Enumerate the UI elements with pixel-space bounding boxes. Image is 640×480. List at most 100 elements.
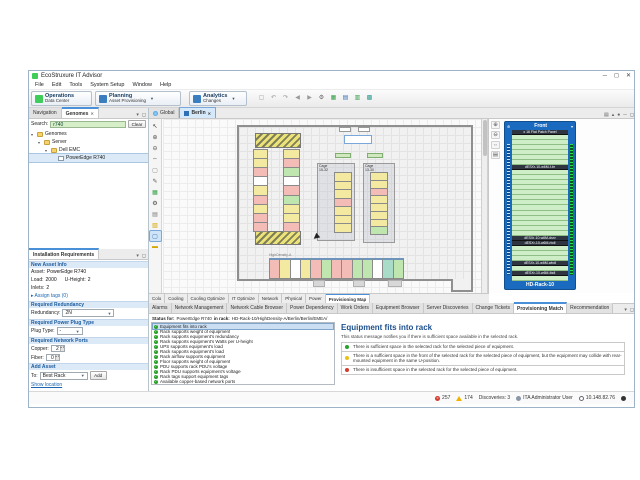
rack-tool-icon[interactable]: ▦ xyxy=(150,187,161,197)
add-to-select[interactable]: Best Rack▼ xyxy=(40,372,88,380)
map-vertical-scrollbar[interactable] xyxy=(481,119,488,293)
map-rack[interactable] xyxy=(283,222,300,232)
map-rack[interactable] xyxy=(334,223,352,233)
zoom-in-icon[interactable]: ⊕ xyxy=(150,132,161,142)
pin-icon[interactable]: ● xyxy=(617,112,620,118)
stepper-arrows-icon[interactable]: ▲▼ xyxy=(60,346,64,351)
tab-change-tickets[interactable]: Change Tickets xyxy=(473,303,514,313)
map-rack[interactable] xyxy=(253,222,268,232)
provision-tool-icon[interactable]: ▢ xyxy=(150,231,161,241)
export-icon[interactable]: ▦ xyxy=(329,93,338,102)
panel-restore-icon[interactable]: ◻ xyxy=(142,253,146,259)
redundancy-select[interactable]: 2N▼ xyxy=(62,309,114,317)
zoom-out-icon[interactable]: ⊖ xyxy=(150,143,161,153)
measure-tool-icon[interactable]: ▬ xyxy=(150,242,161,252)
rack-zoom-icon[interactable]: ⊕ xyxy=(507,124,510,129)
assign-tags-link[interactable]: ▸Assign tags (0) xyxy=(29,292,148,300)
minimize-panel-icon[interactable]: ─ xyxy=(623,112,627,118)
report-icon[interactable]: ▥ xyxy=(353,93,362,102)
minimize-button[interactable]: ─ xyxy=(603,71,607,81)
checklist-item-available-copper-based-network-ports[interactable]: ✓Available copper-based network ports xyxy=(153,379,333,384)
sync-status-icon[interactable] xyxy=(621,396,626,401)
rack-front-view[interactable]: ⊕ Front ▾ x 16 Flat Patch PaneldESXr-10-… xyxy=(504,121,576,290)
tab-equipment-browser[interactable]: Equipment Browser xyxy=(373,303,424,313)
mode-button-operations[interactable]: OperationsData Center xyxy=(31,91,92,106)
back-icon[interactable]: ◀ xyxy=(293,93,302,102)
tab-cooling[interactable]: Cooling xyxy=(165,294,187,303)
menu-help[interactable]: Help xyxy=(156,82,175,88)
logged-in-user[interactable]: ITA Administrator User xyxy=(516,395,573,401)
fit-view-icon[interactable]: ⇔ xyxy=(150,154,161,164)
maximize-button[interactable]: ◻ xyxy=(614,71,619,81)
layout-icon[interactable]: ▤ xyxy=(604,112,609,118)
close-button[interactable]: ✕ xyxy=(626,71,631,81)
tab-berlin[interactable]: Berlin✕ xyxy=(179,107,216,118)
tab-recommendation[interactable]: Recommendation xyxy=(567,303,613,313)
print-icon[interactable]: ▢ xyxy=(150,165,161,175)
redo-icon[interactable]: ↷ xyxy=(281,93,290,102)
wrench-icon[interactable]: ⚙ xyxy=(317,93,326,102)
tab-provisioning-match[interactable]: Provisioning Match xyxy=(514,302,567,313)
map-rack[interactable] xyxy=(393,258,404,279)
panel-restore-icon[interactable]: ◻ xyxy=(630,307,634,313)
menu-tools[interactable]: Tools xyxy=(65,82,86,88)
discoveries-status[interactable]: Discoveries: 3 xyxy=(479,395,510,401)
tab-server-discoveries[interactable]: Server Discoveries xyxy=(424,303,473,313)
close-icon[interactable]: ✕ xyxy=(90,111,93,116)
menu-file[interactable]: File xyxy=(31,82,48,88)
mode-button-planning[interactable]: PlanningAsset Provisioning▼ xyxy=(95,91,181,106)
server-address[interactable]: 10.148.82.76 xyxy=(579,395,615,401)
panel-menu-icon[interactable]: ▾ xyxy=(136,253,139,259)
stepper-arrows-icon[interactable]: ▲▼ xyxy=(55,355,59,360)
edit-icon[interactable]: ✎ xyxy=(150,176,161,186)
chart-icon[interactable]: ▴ xyxy=(612,112,615,118)
undo-icon[interactable]: ↶ xyxy=(269,93,278,102)
floor-plan-canvas[interactable]: Cage 15-32 Cage 13-30 HighDensity-A xyxy=(163,119,481,293)
rack-zoom-out-icon[interactable]: ⊖ xyxy=(491,131,500,139)
scrollbar-thumb[interactable] xyxy=(483,120,487,156)
tab-alarms[interactable]: Alarms xyxy=(149,303,172,313)
tab-cooling-optimize[interactable]: Cooling Optimize xyxy=(188,294,229,303)
menu-system-setup[interactable]: System Setup xyxy=(86,82,128,88)
tab-installation-requirements[interactable]: Installation Requirements xyxy=(29,248,99,259)
monitor-tool-icon[interactable]: ▤ xyxy=(150,209,161,219)
tab-navigation[interactable]: Navigation xyxy=(29,108,62,118)
layers-icon[interactable]: ▩ xyxy=(365,93,374,102)
tab-genomes[interactable]: Genomes✕ xyxy=(62,107,99,118)
expand-arrow-icon[interactable]: ▾ xyxy=(45,148,49,153)
tab-network-cable-browser[interactable]: Network Cable Browser xyxy=(227,303,287,313)
cage-1[interactable]: Cage 15-32 xyxy=(317,163,355,241)
settings-tool-icon[interactable]: ⚙ xyxy=(150,198,161,208)
save-icon[interactable]: ▢ xyxy=(257,93,266,102)
tab-it-optimize[interactable]: IT Optimize xyxy=(229,294,259,303)
cage-2[interactable]: Cage 13-30 xyxy=(363,163,395,243)
panel-restore-icon[interactable]: ◻ xyxy=(142,112,146,118)
map-rack[interactable] xyxy=(370,226,388,235)
forward-icon[interactable]: ▶ xyxy=(305,93,314,102)
restore-panel-icon[interactable]: ◻ xyxy=(630,112,634,118)
copper-stepper[interactable]: 2 ▲▼ xyxy=(51,345,65,352)
tree-item-genomes[interactable]: ▾Genomes xyxy=(29,130,148,138)
select-tool-icon[interactable]: ↖ xyxy=(150,121,161,131)
rack-fit-icon[interactable]: ⇔ xyxy=(491,141,500,149)
chevron-down-icon[interactable]: ▾ xyxy=(571,124,573,129)
paint-tool-icon[interactable]: ▧ xyxy=(150,220,161,230)
close-icon[interactable]: ✕ xyxy=(208,111,211,116)
fiber-stepper[interactable]: 0 ▲▼ xyxy=(46,354,60,361)
tree-item-dell-emc[interactable]: ▾Dell EMC xyxy=(29,146,148,154)
expand-arrow-icon[interactable]: ▾ xyxy=(38,140,42,145)
warning-count[interactable]: 174 xyxy=(456,395,472,401)
search-input[interactable]: r740 xyxy=(50,121,126,128)
rack-layout-icon[interactable]: ▤ xyxy=(491,151,500,159)
rack-zoom-in-icon[interactable]: ⊕ xyxy=(491,121,500,129)
tab-work-orders[interactable]: Work Orders xyxy=(338,303,373,313)
tab-global[interactable]: Global xyxy=(149,108,179,118)
menu-window[interactable]: Window xyxy=(128,82,156,88)
tree-item-server[interactable]: ▾Server xyxy=(29,138,148,146)
expand-arrow-icon[interactable]: ▾ xyxy=(31,132,35,137)
show-location-link[interactable]: Show location xyxy=(29,381,148,389)
clear-button[interactable]: Clear xyxy=(128,120,146,128)
add-button[interactable]: Add xyxy=(90,371,107,380)
tab-provisioning-map[interactable]: Provisioning Map xyxy=(326,294,371,303)
plug-type-select[interactable]: -▼ xyxy=(57,327,83,335)
